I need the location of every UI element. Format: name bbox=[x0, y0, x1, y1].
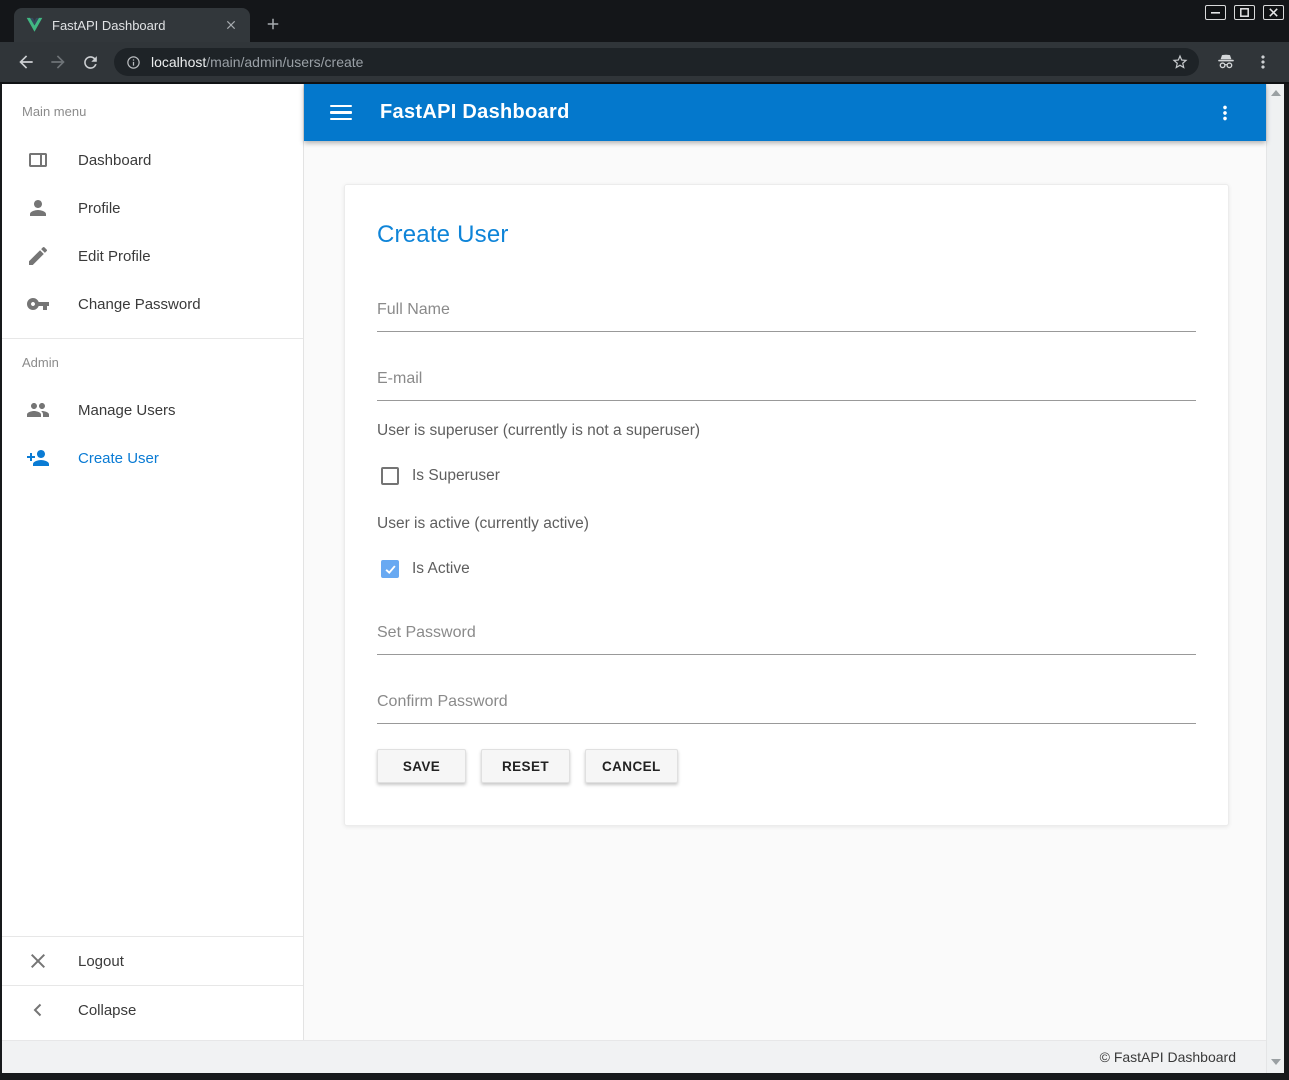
sidebar-item-label: Manage Users bbox=[78, 402, 176, 419]
sidebar-item-logout[interactable]: Logout bbox=[2, 937, 303, 985]
save-button[interactable]: SAVE bbox=[377, 749, 466, 783]
close-button[interactable] bbox=[1263, 5, 1284, 20]
cancel-button[interactable]: CANCEL bbox=[585, 749, 678, 783]
vue-logo-icon bbox=[26, 17, 43, 33]
page-scrollbar[interactable] bbox=[1266, 84, 1284, 1073]
checkbox-label: Is Active bbox=[412, 560, 470, 578]
sidebar-item-label: Profile bbox=[78, 200, 121, 217]
checkbox-checked-icon[interactable] bbox=[381, 560, 399, 578]
info-icon[interactable] bbox=[126, 55, 141, 70]
card-title: Create User bbox=[377, 221, 1196, 249]
sidebar-item-collapse[interactable]: Collapse bbox=[2, 986, 303, 1034]
appbar-kebab-icon[interactable] bbox=[1214, 102, 1236, 124]
sidebar-item-label: Logout bbox=[78, 953, 124, 970]
set-password-input[interactable] bbox=[377, 624, 1196, 655]
sidebar: Main menu Dashboard Profile bbox=[2, 84, 304, 1040]
sidebar-section-admin: Admin bbox=[2, 349, 303, 377]
app-title: FastAPI Dashboard bbox=[380, 101, 570, 124]
incognito-icon bbox=[1215, 51, 1237, 73]
main-area: FastAPI Dashboard Create User User is su… bbox=[304, 84, 1266, 1040]
create-user-card: Create User User is superuser (currently… bbox=[344, 184, 1229, 826]
active-note: User is active (currently active) bbox=[377, 515, 1196, 533]
forward-arrow-icon[interactable] bbox=[42, 46, 74, 78]
chevron-left-icon bbox=[26, 998, 50, 1022]
sidebar-item-dashboard[interactable]: Dashboard bbox=[2, 136, 303, 184]
minimize-button[interactable] bbox=[1205, 5, 1226, 20]
checkbox-label: Is Superuser bbox=[412, 467, 500, 485]
form-buttons: SAVE RESET CANCEL bbox=[377, 749, 1196, 783]
sidebar-item-label: Create User bbox=[78, 450, 159, 467]
page-footer: © FastAPI Dashboard bbox=[2, 1040, 1266, 1073]
sidebar-item-label: Edit Profile bbox=[78, 248, 151, 265]
hamburger-menu-icon[interactable] bbox=[330, 99, 358, 127]
scroll-up-icon[interactable] bbox=[1271, 90, 1281, 96]
sidebar-item-label: Change Password bbox=[78, 296, 201, 313]
url-path: /main/admin/users/create bbox=[206, 54, 363, 70]
new-tab-button[interactable] bbox=[258, 9, 288, 39]
sidebar-item-label: Collapse bbox=[78, 1002, 136, 1019]
full-name-input[interactable] bbox=[377, 301, 1196, 332]
content-area: Create User User is superuser (currently… bbox=[304, 141, 1266, 1040]
person-add-icon bbox=[26, 446, 50, 470]
app-bar: FastAPI Dashboard bbox=[304, 84, 1266, 141]
sidebar-item-profile[interactable]: Profile bbox=[2, 184, 303, 232]
sidebar-item-label: Dashboard bbox=[78, 152, 151, 169]
sidebar-item-change-password[interactable]: Change Password bbox=[2, 280, 303, 328]
people-icon bbox=[26, 398, 50, 422]
dashboard-icon bbox=[26, 148, 50, 172]
scroll-down-icon[interactable] bbox=[1271, 1059, 1281, 1065]
superuser-note: User is superuser (currently is not a su… bbox=[377, 422, 1196, 440]
url-host: localhost bbox=[151, 54, 206, 70]
email-input[interactable] bbox=[377, 370, 1196, 401]
window-controls bbox=[1205, 0, 1289, 20]
back-arrow-icon[interactable] bbox=[10, 46, 42, 78]
maximize-button[interactable] bbox=[1234, 5, 1255, 20]
url-text: localhost/main/admin/users/create bbox=[151, 54, 1171, 70]
sidebar-divider bbox=[2, 338, 303, 339]
reset-button[interactable]: RESET bbox=[481, 749, 570, 783]
sidebar-item-edit-profile[interactable]: Edit Profile bbox=[2, 232, 303, 280]
confirm-password-input[interactable] bbox=[377, 693, 1196, 724]
person-icon bbox=[26, 196, 50, 220]
page: Main menu Dashboard Profile bbox=[2, 84, 1284, 1073]
pencil-icon bbox=[26, 244, 50, 268]
is-superuser-checkbox[interactable]: Is Superuser bbox=[377, 465, 1196, 487]
tab-title: FastAPI Dashboard bbox=[52, 18, 222, 33]
checkbox-unchecked-icon[interactable] bbox=[381, 467, 399, 485]
browser-tab-strip: FastAPI Dashboard bbox=[0, 0, 1289, 42]
url-bar[interactable]: localhost/main/admin/users/create bbox=[114, 48, 1199, 76]
tab-close-icon[interactable] bbox=[222, 16, 240, 34]
browser-window: FastAPI Dashboard bbox=[0, 0, 1289, 1080]
browser-toolbar: localhost/main/admin/users/create bbox=[0, 42, 1289, 84]
key-icon bbox=[26, 292, 50, 316]
close-x-icon bbox=[26, 949, 50, 973]
reload-icon[interactable] bbox=[74, 46, 106, 78]
sidebar-item-create-user[interactable]: Create User bbox=[2, 434, 303, 482]
browser-menu-kebab-icon[interactable] bbox=[1253, 52, 1273, 72]
bookmark-star-icon[interactable] bbox=[1171, 53, 1189, 71]
footer-text: © FastAPI Dashboard bbox=[1100, 1049, 1236, 1065]
sidebar-item-manage-users[interactable]: Manage Users bbox=[2, 386, 303, 434]
is-active-checkbox[interactable]: Is Active bbox=[377, 558, 1196, 580]
sidebar-section-main-menu: Main menu bbox=[2, 98, 303, 126]
browser-tab[interactable]: FastAPI Dashboard bbox=[14, 8, 250, 42]
